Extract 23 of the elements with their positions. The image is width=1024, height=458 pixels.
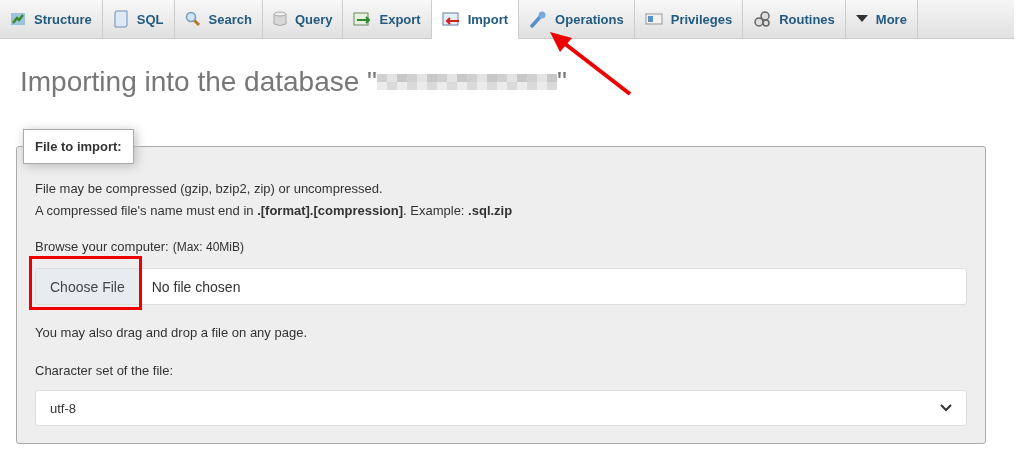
file-status-text: No file chosen (151, 278, 241, 295)
size-limit-text: (Max: 40MiB) (172, 240, 244, 254)
nav-tab[interactable]: Import (431, 0, 520, 39)
caret-icon (855, 15, 868, 23)
choose-file-button[interactable]: Choose File (36, 269, 140, 304)
chevron-icon (940, 404, 952, 412)
search-icon (184, 11, 201, 27)
charset-select[interactable]: utf-8 (35, 390, 967, 426)
field-label: Browse your computer: (35, 239, 169, 254)
gears-icon (753, 10, 772, 28)
page-title: " (557, 66, 567, 98)
scroll-icon (112, 10, 129, 28)
table-structure-icon (10, 11, 26, 27)
field-label: Character set of the file: (35, 363, 174, 378)
cylinder-icon (272, 11, 287, 27)
panel-legend: File to import: (23, 129, 134, 164)
file-input[interactable]: Choose File No file chosen (35, 268, 967, 305)
wrench-icon (529, 10, 548, 28)
help-text: A compressed file's name must end in .[format].[compression]. Example: .sql.zip (35, 203, 514, 219)
help-text: File may be compressed (gzip, bzip2, zip) or uncompressed. (35, 181, 384, 197)
page-title: Importing into the database " (20, 66, 378, 98)
id-card-icon (644, 12, 663, 26)
help-text: You may also drag and drop a file on any page. (35, 325, 308, 341)
